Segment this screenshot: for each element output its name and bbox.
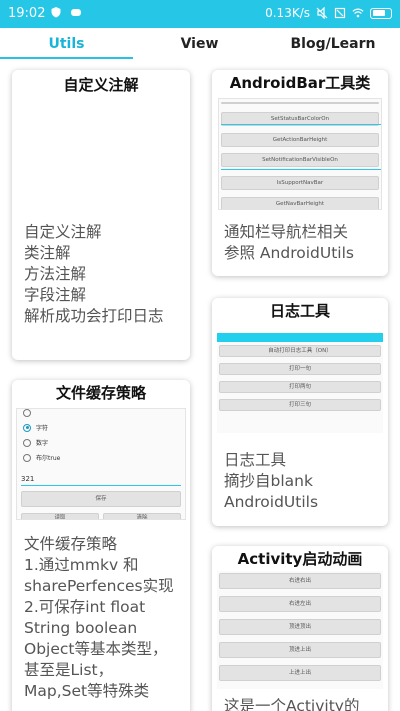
card-filecache[interactable]: 文件缓存策略 字符 数字 布尔true 321 保存 读取 清除 文件缓存策略 … [12, 380, 190, 711]
preview-button: 打印三句 [219, 399, 381, 411]
preview-button: 打印两句 [219, 381, 381, 393]
preview-button: 打印一句 [219, 363, 381, 375]
card-preview-image: SetStatusBarColorOn GetActionBarHeight S… [218, 98, 382, 210]
tab-indicator [0, 57, 133, 59]
tab-bar: Utils View Blog/Learn [0, 28, 400, 60]
preview-button: IsSupportNavBar [221, 176, 379, 190]
card-description: 这是一个Activity的 [224, 697, 360, 711]
preview-save-button: 保存 [21, 491, 181, 507]
card-title: Activity启动动画 [237, 550, 363, 568]
card-title: 文件缓存策略 [55, 384, 146, 402]
preview-button: 顶进上出 [219, 642, 381, 658]
card-androidbar[interactable]: AndroidBar工具类 SetStatusBarColorOn GetAct… [212, 70, 388, 276]
shield-icon [51, 7, 61, 18]
preview-line [221, 169, 381, 170]
card-title: 日志工具 [269, 302, 330, 320]
card-preview-image: 字符 数字 布尔true 321 保存 读取 清除 [16, 408, 186, 520]
net-speed: 0.13K/s [265, 6, 310, 20]
preview-button: 自动打印日志工具（ON） [219, 345, 381, 357]
preview-radio: 数字 [23, 438, 48, 447]
preview-button: 上进上出 [219, 665, 381, 681]
preview-button: 右进左出 [219, 596, 381, 612]
preview-button: 读取 [21, 513, 99, 519]
status-bar: 19:02 0.13K/s [0, 0, 400, 28]
preview-button: GetActionBarHeight [221, 133, 379, 147]
status-left-icons [50, 6, 82, 18]
status-right: 0.13K/s [265, 6, 392, 20]
card-title: 自定义注解 [63, 76, 139, 94]
preview-bar [221, 102, 379, 104]
preview-line [221, 124, 381, 125]
preview-button: 右进右出 [219, 573, 381, 589]
wifi-icon [352, 8, 364, 18]
preview-button: GetNavBarHeight [221, 197, 379, 209]
preview-radio: 字符 [23, 423, 48, 432]
mute-icon [316, 7, 328, 19]
preview-input-value: 321 [21, 475, 35, 483]
cloud-icon [71, 9, 81, 16]
card-annotation[interactable]: 自定义注解 自定义注解 类注解 方法注解 字段注解 解析成功会打印日志 [12, 70, 190, 360]
card-description: 自定义注解 类注解 方法注解 字段注解 解析成功会打印日志 [24, 223, 164, 325]
card-title: AndroidBar工具类 [229, 74, 371, 92]
preview-button: 清除 [103, 513, 181, 519]
card-activity-anim[interactable]: Activity启动动画 右进右出 右进左出 顶进顶出 顶进上出 上进上出 这是… [212, 546, 388, 711]
card-description: 文件缓存策略 1.通过mmkv 和 sharePerfences实现 2.可保存… [24, 535, 174, 700]
sim-off-icon [334, 7, 346, 19]
preview-button: SetNotificationBarVisibleOn [221, 153, 379, 167]
status-time: 19:02 [8, 6, 46, 21]
card-description: 日志工具 摘抄自blank AndroidUtils [224, 451, 319, 511]
card-log[interactable]: 日志工具 自动打印日志工具（ON） 打印一句 打印两句 打印三句 日志工具 摘抄… [212, 298, 388, 526]
preview-radio [23, 409, 31, 417]
preview-input-underline [21, 485, 181, 486]
card-preview-image: 自动打印日志工具（ON） 打印一句 打印两句 打印三句 [217, 333, 383, 433]
card-preview-image: 右进右出 右进左出 顶进顶出 顶进上出 上进上出 [217, 571, 383, 689]
preview-button: 顶进顶出 [219, 619, 381, 635]
preview-toolbar [217, 333, 383, 342]
card-description: 通知栏导航栏相关 参照 AndroidUtils [224, 223, 354, 262]
preview-radio: 布尔true [23, 453, 60, 462]
battery-icon [370, 7, 392, 19]
tab-view[interactable]: View [133, 28, 266, 60]
tab-utils[interactable]: Utils [0, 28, 133, 60]
tab-blog-learn[interactable]: Blog/Learn [266, 28, 400, 60]
